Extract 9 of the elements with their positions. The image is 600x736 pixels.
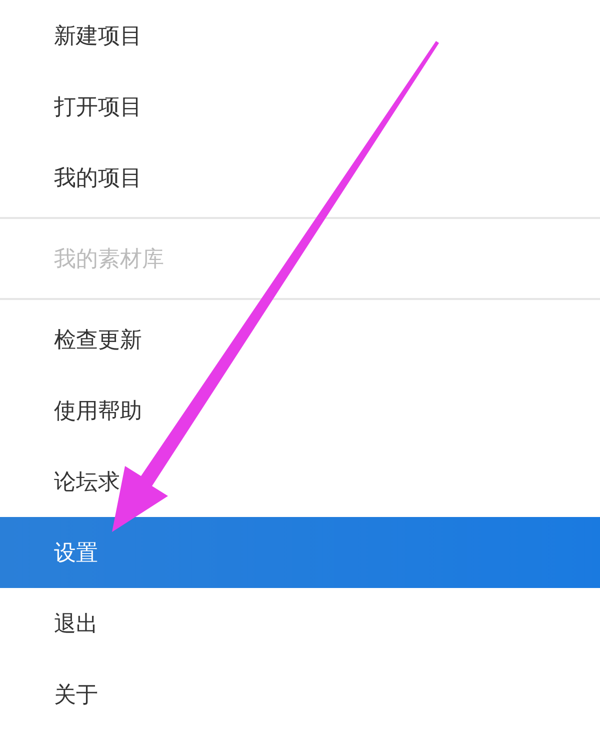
- menu-item[interactable]: 使用帮助: [0, 375, 600, 446]
- menu-item[interactable]: 论坛求: [0, 446, 600, 517]
- menu-item[interactable]: 新建项目: [0, 0, 600, 71]
- menu-item[interactable]: 关于: [0, 659, 600, 730]
- menu-item[interactable]: 退出: [0, 588, 600, 659]
- menu-item[interactable]: 打开项目: [0, 71, 600, 142]
- menu-item[interactable]: 检查更新: [0, 304, 600, 375]
- menu-item[interactable]: 我的项目: [0, 142, 600, 213]
- menu-item[interactable]: 设置: [0, 517, 600, 588]
